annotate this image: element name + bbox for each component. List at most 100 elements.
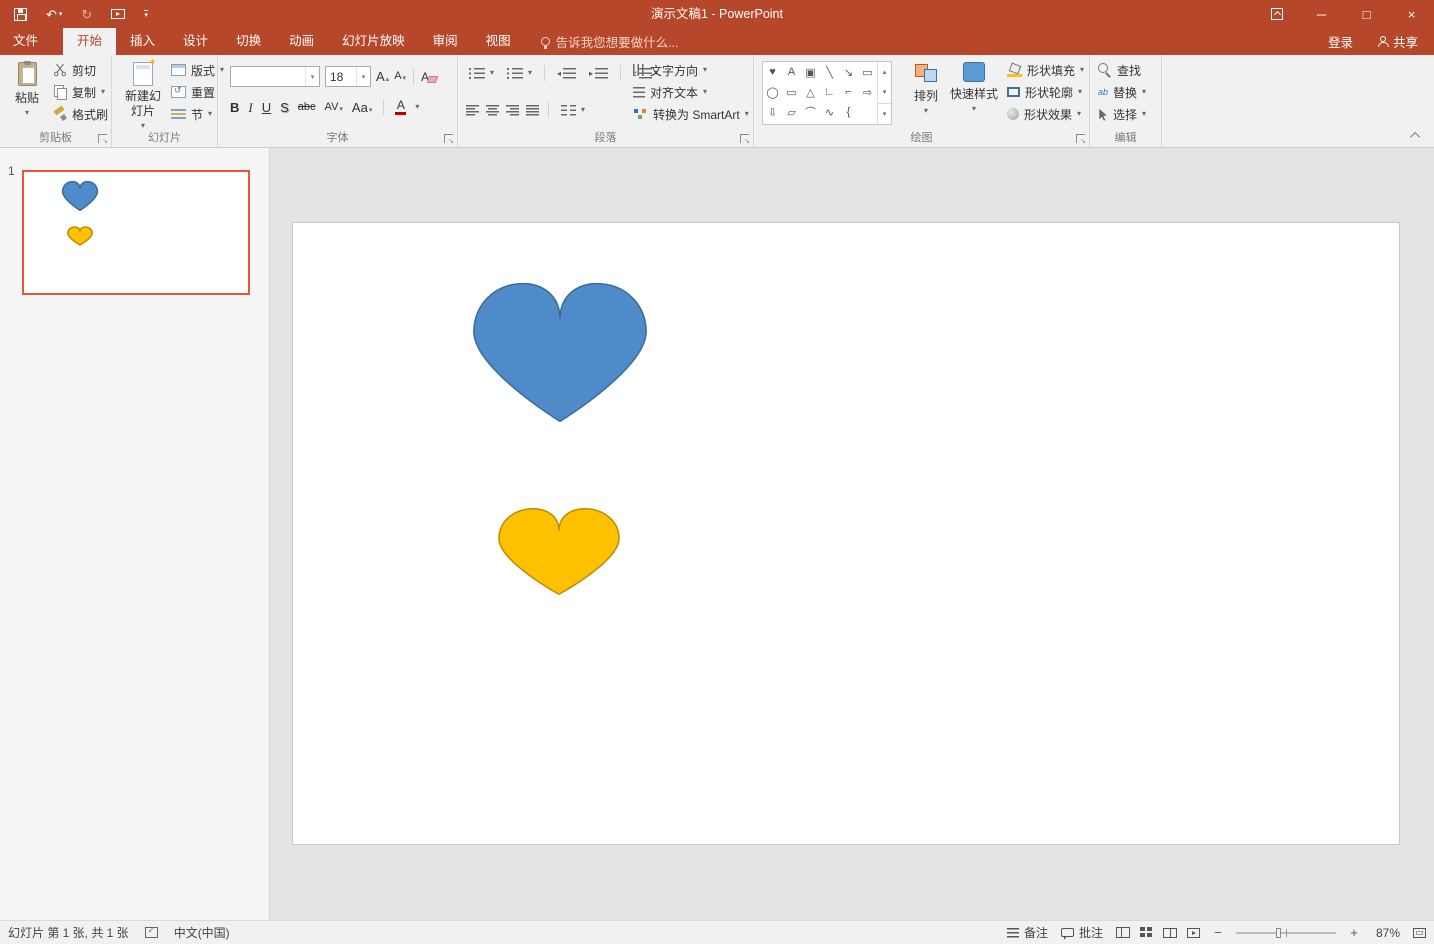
tab-view[interactable]: 视图 [472, 28, 525, 55]
zoom-in-button[interactable]: + [1349, 925, 1359, 940]
bullets-button[interactable]: ▾ [466, 62, 497, 84]
align-center-button[interactable] [486, 104, 499, 116]
font-name-value[interactable] [231, 67, 305, 86]
notes-button[interactable]: 备注 [1006, 924, 1048, 941]
slide-editing-surface[interactable] [292, 222, 1400, 845]
align-left-button[interactable] [466, 104, 479, 116]
shape-elbow-connector-2[interactable]: ⌐ [839, 82, 858, 102]
copy-dropdown-icon[interactable]: ▾ [101, 88, 105, 96]
text-direction-button[interactable]: 文字方向 ▾ [630, 59, 752, 81]
collapse-ribbon-button[interactable] [1408, 129, 1424, 142]
minimize-button[interactable]: ─ [1299, 0, 1344, 28]
slideshow-view-button[interactable] [1187, 927, 1200, 938]
ribbon-display-options-button[interactable] [1254, 0, 1299, 28]
shapes-scroll-up-button[interactable]: ▴ [878, 62, 891, 82]
font-color-dropdown-icon[interactable]: ▾ [415, 103, 419, 111]
paste-dropdown-icon[interactable]: ▾ [25, 109, 29, 117]
shape-curve[interactable]: ∿ [820, 102, 839, 122]
tab-transitions[interactable]: 切换 [222, 28, 275, 55]
shape-parallelogram[interactable]: ▱ [782, 102, 801, 122]
normal-view-button[interactable] [1116, 927, 1130, 938]
align-right-button[interactable] [506, 104, 519, 116]
shape-elbow-connector[interactable]: ∟ [820, 82, 839, 102]
slide-sorter-view-button[interactable] [1140, 927, 1153, 938]
underline-button[interactable]: U [262, 101, 271, 114]
section-dropdown-icon[interactable]: ▾ [208, 110, 212, 118]
cut-button[interactable]: 剪切 [50, 59, 111, 81]
increase-font-button[interactable]: A ▴ [376, 70, 389, 83]
drawing-dialog-launcher[interactable] [1076, 134, 1086, 145]
save-button[interactable] [14, 7, 27, 21]
convert-to-smartart-button[interactable]: 转换为 SmartArt ▾ [630, 103, 752, 125]
character-spacing-button[interactable]: AV ▾ [325, 101, 343, 113]
blue-heart-shape[interactable] [461, 276, 659, 429]
paste-button[interactable]: 粘贴 ▾ [6, 59, 48, 117]
shapes-scroll-down-button[interactable]: ▾ [878, 82, 891, 102]
decrease-indent-button[interactable]: ◂ [554, 62, 579, 84]
zoom-slider-thumb[interactable] [1276, 927, 1281, 938]
zoom-out-button[interactable]: − [1213, 925, 1223, 940]
replace-button[interactable]: ab 替换 ▾ [1095, 81, 1149, 103]
tab-slideshow[interactable]: 幻灯片放映 [328, 28, 419, 55]
undo-dropdown-icon[interactable]: ▾ [59, 11, 63, 18]
tab-review[interactable]: 审阅 [419, 28, 472, 55]
font-color-button[interactable]: A [395, 99, 407, 115]
tab-file[interactable]: 文件 [0, 28, 51, 55]
font-size-dropdown-icon[interactable]: ▾ [356, 67, 370, 86]
decrease-font-button[interactable]: A ▾ [394, 71, 406, 83]
shape-line[interactable]: ╲ [820, 62, 839, 82]
shape-outline-button[interactable]: 形状轮廓 ▾ [1004, 81, 1087, 103]
shape-arc[interactable]: ⌒ [801, 102, 820, 122]
zoom-level[interactable]: 87% [1372, 926, 1400, 940]
comments-button[interactable]: 批注 [1060, 924, 1103, 941]
shapes-more-button[interactable]: ▾ [878, 102, 891, 124]
font-name-combo[interactable]: ▾ [230, 66, 320, 87]
shape-brace[interactable]: { [839, 102, 858, 122]
font-size-value[interactable]: 18 [326, 67, 356, 86]
copy-button[interactable]: 复制 ▾ [50, 81, 111, 103]
tab-animations[interactable]: 动画 [275, 28, 328, 55]
language-indicator[interactable]: 中文(中国) [174, 924, 230, 941]
shape-oval[interactable]: ◯ [763, 82, 782, 102]
shape-fill-button[interactable]: 形状填充 ▾ [1004, 59, 1087, 81]
customize-qat-button[interactable]: ▾ [144, 9, 148, 19]
slide-thumbnail[interactable] [22, 170, 250, 295]
clipboard-dialog-launcher[interactable] [98, 134, 108, 145]
shape-heart[interactable]: ♥ [763, 62, 782, 82]
tab-home[interactable]: 开始 [63, 28, 117, 55]
find-button[interactable]: 查找 [1095, 59, 1149, 81]
share-button[interactable]: 共享 [1377, 32, 1418, 51]
clear-formatting-button[interactable]: A [421, 70, 437, 84]
paragraph-dialog-launcher[interactable] [740, 134, 750, 145]
redo-button[interactable]: ↻ [81, 8, 92, 21]
tell-me-box[interactable]: 告诉我您想要做什么... [540, 28, 679, 55]
font-size-combo[interactable]: 18 ▾ [325, 66, 371, 87]
font-name-dropdown-icon[interactable]: ▾ [305, 67, 319, 86]
font-dialog-launcher[interactable] [444, 134, 454, 145]
italic-button[interactable]: I [248, 101, 252, 114]
spellcheck-icon[interactable] [144, 926, 158, 938]
zoom-slider[interactable] [1236, 927, 1336, 938]
new-slide-button[interactable]: 新建幻灯片 ▾ [120, 57, 166, 130]
shape-rounded-rectangle[interactable]: ▭ [782, 82, 801, 102]
new-slide-dropdown-icon[interactable]: ▾ [141, 122, 145, 130]
shape-rectangle[interactable]: ▭ [858, 62, 877, 82]
reading-view-button[interactable] [1163, 927, 1177, 938]
strikethrough-button[interactable]: abc [298, 101, 316, 113]
bold-button[interactable]: B [230, 101, 239, 114]
increase-indent-button[interactable]: ▸ [586, 62, 611, 84]
justify-button[interactable] [526, 104, 539, 116]
shape-triangle[interactable]: △ [801, 82, 820, 102]
numbering-button[interactable]: ▾ [504, 62, 535, 84]
shape-arrow-line[interactable]: ↘ [839, 62, 858, 82]
quick-styles-button[interactable]: 快速样式 ▾ [948, 59, 1000, 113]
shape-effects-button[interactable]: 形状效果 ▾ [1004, 103, 1087, 125]
shape-down-arrow[interactable]: ⇩ [763, 102, 782, 122]
tab-insert[interactable]: 插入 [116, 28, 169, 55]
start-from-beginning-button[interactable] [111, 9, 126, 19]
yellow-heart-shape[interactable] [490, 504, 628, 599]
signin-button[interactable]: 登录 [1328, 32, 1353, 51]
arrange-button[interactable]: 排列 ▾ [906, 59, 946, 115]
undo-button[interactable]: ↶ ▾ [46, 8, 62, 21]
maximize-button[interactable]: □ [1344, 0, 1389, 28]
